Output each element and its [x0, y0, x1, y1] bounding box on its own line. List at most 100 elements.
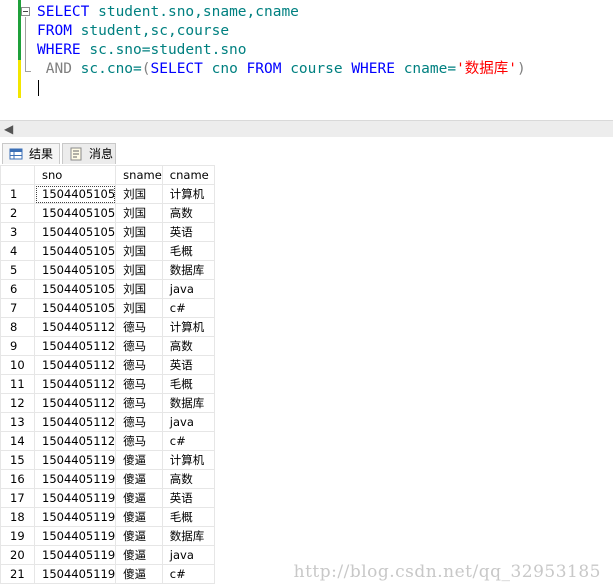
sno-cell[interactable]: 1504405112	[33, 374, 117, 394]
table-row[interactable]: 5 1504405105 刘国 数据库	[0, 260, 215, 280]
row-number[interactable]: 12	[0, 393, 35, 413]
table-row[interactable]: 6 1504405105 刘国 java	[0, 279, 215, 299]
cname-cell[interactable]: c#	[161, 431, 215, 451]
table-row[interactable]: 19 1504405119 傻逼 数据库	[0, 526, 215, 546]
sname-cell[interactable]: 刘国	[115, 203, 163, 223]
row-number[interactable]: 8	[0, 317, 35, 337]
sname-cell[interactable]: 傻逼	[115, 564, 163, 584]
sno-cell[interactable]: 1504405112	[33, 393, 117, 413]
collapse-icon[interactable]	[21, 7, 30, 16]
row-number[interactable]: 20	[0, 545, 35, 565]
sno-cell[interactable]: 1504405112	[33, 355, 117, 375]
cname-cell[interactable]: c#	[161, 564, 215, 584]
table-row[interactable]: 1 1504405105 刘国 计算机	[0, 184, 215, 204]
code-line[interactable]: FROM student,sc,course	[37, 22, 526, 41]
table-row[interactable]: 18 1504405119 傻逼 毛概	[0, 507, 215, 527]
row-number[interactable]: 1	[0, 184, 35, 204]
sname-cell[interactable]: 刘国	[115, 222, 163, 242]
cname-cell[interactable]: 毛概	[161, 507, 215, 527]
row-number[interactable]: 7	[0, 298, 35, 318]
cname-cell[interactable]: java	[161, 412, 215, 432]
cname-cell[interactable]: 计算机	[161, 317, 215, 337]
table-row[interactable]: 7 1504405105 刘国 c#	[0, 298, 215, 318]
sname-cell[interactable]: 德马	[115, 355, 163, 375]
row-number[interactable]: 14	[0, 431, 35, 451]
sname-cell[interactable]: 傻逼	[115, 488, 163, 508]
sname-cell[interactable]: 德马	[115, 374, 163, 394]
tab-messages[interactable]: 消息	[62, 143, 116, 164]
cname-cell[interactable]: 计算机	[161, 450, 215, 470]
sno-cell[interactable]: 1504405119	[33, 469, 117, 489]
table-row[interactable]: 4 1504405105 刘国 毛概	[0, 241, 215, 261]
table-row[interactable]: 10 1504405112 德马 英语	[0, 355, 215, 375]
row-number[interactable]: 17	[0, 488, 35, 508]
table-row[interactable]: 15 1504405119 傻逼 计算机	[0, 450, 215, 470]
cname-cell[interactable]: 高数	[161, 336, 215, 356]
sno-cell[interactable]: 1504405119	[33, 545, 117, 565]
row-number[interactable]: 18	[0, 507, 35, 527]
sname-cell[interactable]: 傻逼	[115, 507, 163, 527]
row-number[interactable]: 19	[0, 526, 35, 546]
row-number[interactable]: 16	[0, 469, 35, 489]
column-header-sname[interactable]: sname	[115, 165, 163, 185]
cname-cell[interactable]: java	[161, 545, 215, 565]
tab-results[interactable]: 结果	[2, 143, 60, 164]
table-row[interactable]: 20 1504405119 傻逼 java	[0, 545, 215, 565]
sno-cell[interactable]: 1504405105	[33, 298, 117, 318]
table-row[interactable]: 12 1504405112 德马 数据库	[0, 393, 215, 413]
sname-cell[interactable]: 刘国	[115, 279, 163, 299]
table-row[interactable]: 8 1504405112 德马 计算机	[0, 317, 215, 337]
cname-cell[interactable]: 英语	[161, 355, 215, 375]
table-row[interactable]: 14 1504405112 德马 c#	[0, 431, 215, 451]
row-number[interactable]: 11	[0, 374, 35, 394]
sno-cell[interactable]: 1504405119	[33, 507, 117, 527]
sname-cell[interactable]: 傻逼	[115, 526, 163, 546]
sname-cell[interactable]: 德马	[115, 317, 163, 337]
cname-cell[interactable]: 数据库	[161, 260, 215, 280]
row-number[interactable]: 4	[0, 241, 35, 261]
sname-cell[interactable]: 德马	[115, 393, 163, 413]
sno-cell[interactable]: 1504405105	[33, 184, 117, 204]
row-number[interactable]: 13	[0, 412, 35, 432]
row-number[interactable]: 3	[0, 222, 35, 242]
sno-cell[interactable]: 1504405105	[33, 222, 117, 242]
sno-cell[interactable]: 1504405112	[33, 412, 117, 432]
code-line[interactable]: AND sc.cno=(SELECT cno FROM course WHERE…	[37, 60, 526, 79]
sname-cell[interactable]: 德马	[115, 336, 163, 356]
column-header-cname[interactable]: cname	[161, 165, 215, 185]
row-number-header[interactable]	[0, 165, 35, 185]
sname-cell[interactable]: 刘国	[115, 241, 163, 261]
scroll-left-icon[interactable]: ◀	[4, 121, 13, 137]
code-line[interactable]: WHERE sc.sno=student.sno	[37, 41, 526, 60]
cname-cell[interactable]: 数据库	[161, 393, 215, 413]
cname-cell[interactable]: 毛概	[161, 241, 215, 261]
row-number[interactable]: 10	[0, 355, 35, 375]
sql-code[interactable]: SELECT student.sno,sname,cname FROM stude…	[37, 3, 526, 79]
table-row[interactable]: 9 1504405112 德马 高数	[0, 336, 215, 356]
sno-cell[interactable]: 1504405112	[33, 317, 117, 337]
table-row[interactable]: 21 1504405119 傻逼 c#	[0, 564, 215, 584]
cname-cell[interactable]: 高数	[161, 469, 215, 489]
table-row[interactable]: 13 1504405112 德马 java	[0, 412, 215, 432]
row-number[interactable]: 2	[0, 203, 35, 223]
table-row[interactable]: 17 1504405119 傻逼 英语	[0, 488, 215, 508]
cname-cell[interactable]: 毛概	[161, 374, 215, 394]
sname-cell[interactable]: 傻逼	[115, 545, 163, 565]
cname-cell[interactable]: java	[161, 279, 215, 299]
sno-cell[interactable]: 1504405105	[33, 279, 117, 299]
cname-cell[interactable]: 数据库	[161, 526, 215, 546]
horizontal-scrollbar[interactable]: ◀	[0, 120, 613, 137]
table-row[interactable]: 2 1504405105 刘国 高数	[0, 203, 215, 223]
cname-cell[interactable]: 英语	[161, 488, 215, 508]
sno-cell[interactable]: 1504405105	[33, 241, 117, 261]
sname-cell[interactable]: 刘国	[115, 298, 163, 318]
row-number[interactable]: 9	[0, 336, 35, 356]
sno-cell[interactable]: 1504405119	[33, 526, 117, 546]
sname-cell[interactable]: 傻逼	[115, 469, 163, 489]
table-row[interactable]: 3 1504405105 刘国 英语	[0, 222, 215, 242]
sno-cell[interactable]: 1504405105	[33, 203, 117, 223]
sql-editor[interactable]: SELECT student.sno,sname,cname FROM stude…	[0, 0, 613, 120]
sname-cell[interactable]: 德马	[115, 412, 163, 432]
sno-cell[interactable]: 1504405119	[33, 488, 117, 508]
column-header-sno[interactable]: sno	[33, 165, 117, 185]
